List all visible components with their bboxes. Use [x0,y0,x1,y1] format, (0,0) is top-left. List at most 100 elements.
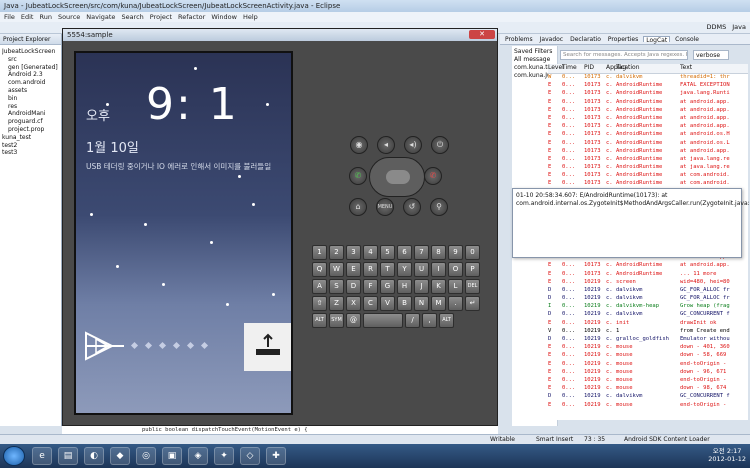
tab-properties[interactable]: Properties [606,36,640,43]
key-@[interactable]: @ [346,313,361,328]
log-level-select[interactable]: verbose [693,50,729,60]
key-t[interactable]: T [380,262,395,277]
volume-up-icon[interactable]: ◂) [404,136,422,154]
project-tree-item[interactable]: test2 [2,142,59,150]
key-f[interactable]: F [363,279,378,294]
key-p[interactable]: P [465,262,480,277]
start-button[interactable] [3,446,25,466]
log-row[interactable]: E 0... 10173 c.AndroidRuntime at android.app… [548,148,748,156]
key-/[interactable]: / [405,313,420,328]
log-row[interactable]: D 0... 10219 c. dalvikvm GC_FOR_ALLOC fr [548,287,748,295]
back-icon[interactable]: ↺ [403,198,421,216]
project-tree-item[interactable]: bin [2,95,59,103]
close-icon[interactable]: ✕ [469,30,495,39]
key-3[interactable]: 3 [346,245,361,260]
key-5[interactable]: 5 [380,245,395,260]
perspective-java[interactable]: Java [732,23,746,31]
key-sym[interactable]: SYM [329,313,344,328]
app-icon[interactable]: ◇ [240,447,260,465]
unlock-arrow-icon[interactable] [82,323,128,369]
project-tree-item[interactable]: gen [Generated] [2,64,59,72]
col-pid[interactable]: PID [584,64,606,73]
log-row[interactable]: E 0... 10219 c. mouse down - 98, 674 [548,385,748,393]
col-text[interactable]: Text [680,64,748,73]
key-7[interactable]: 7 [414,245,429,260]
camera-icon[interactable]: ◉ [350,136,368,154]
app-icon[interactable]: ✚ [266,447,286,465]
log-row[interactable]: E 0... 10173 c. AndroidRuntime java.lang.Runt… [548,90,748,98]
key-↵[interactable]: ↵ [465,296,480,311]
menu-edit[interactable]: Edit [21,13,34,21]
device-screen[interactable]: 오후 9: 1 1월 10일 USB 테더링 중이거나 IO 에러로 인해서 이… [74,51,293,415]
log-row[interactable]: E 0... 10219 c. mouse end-toOrigin - [548,361,748,369]
project-tree-item[interactable]: Android 2.3 [2,71,59,79]
project-tree-item[interactable]: JubeatLockScreen [2,48,59,56]
log-row[interactable]: D 0... 10219 c. dalvikvm GC_CONCURRENT f [548,393,748,401]
menu-refactor[interactable]: Refactor [178,13,205,21]
usb-target[interactable] [244,323,291,371]
key-9[interactable]: 9 [448,245,463,260]
log-row[interactable]: E 0... 10173 c. AndroidRuntime at android.os.… [548,131,748,139]
key-c[interactable]: C [363,296,378,311]
log-row[interactable]: E 0... 10173 c.AndroidRuntime at android.app… [548,115,748,123]
log-row[interactable]: E 0... 10173 c. AndroidRuntime at com.android… [548,172,748,180]
call-icon[interactable]: ✆ [349,167,367,185]
log-row[interactable]: E 0... 10173 c. AndroidRuntime at java.lang.r… [548,164,748,172]
key-z[interactable]: Z [329,296,344,311]
log-row[interactable]: E 0... 10173 c. AndroidRuntime at java.lang.r… [548,156,748,164]
log-row[interactable]: E 0... 10219 c. mouse down - 96, 671 [548,369,748,377]
end-call-icon[interactable]: ✆ [424,167,442,185]
key-6[interactable]: 6 [397,245,412,260]
key-a[interactable]: A [312,279,327,294]
log-row[interactable]: E 0... 10219 c. mouse end-toOrigin - [548,377,748,385]
project-tree-item[interactable]: project.prop [2,126,59,134]
key-u[interactable]: U [414,262,429,277]
menu-project[interactable]: Project [150,13,172,21]
perspective-ddms[interactable]: DDMS [707,23,727,31]
log-row[interactable]: D 0... 10219 c. gralloc_goldfish Emulator wit… [548,336,748,344]
tab-problems[interactable]: Problems [503,36,535,43]
project-tree-item[interactable]: test3 [2,149,59,157]
key-del[interactable]: DEL [465,279,480,294]
log-row[interactable]: E 0... 10173 c. AndroidRuntime ... 11 more [548,271,748,279]
key-q[interactable]: Q [312,262,327,277]
col-application[interactable]: Application [606,64,640,73]
tab-logcat[interactable]: LogCat [643,36,671,44]
log-row[interactable]: E 0... 10173 c. AndroidRuntime at android.os.… [548,140,748,148]
app-icon[interactable]: ◆ [110,447,130,465]
project-tree-item[interactable]: src [2,56,59,64]
key-v[interactable]: V [380,296,395,311]
key-space[interactable] [363,313,403,328]
power-icon[interactable]: ⏻ [431,136,449,154]
project-tree-item[interactable]: com.android [2,79,59,87]
menu-file[interactable]: File [4,13,15,21]
key-2[interactable]: 2 [329,245,344,260]
log-row[interactable]: E 0... 10173 c.AndroidRuntime at android.app… [548,262,748,270]
key-alt[interactable]: ALT [312,313,327,328]
home-icon[interactable]: ⌂ [349,198,367,216]
logcat-search-input[interactable]: Search for messages. Accepts Java regexe… [560,50,688,60]
key-i[interactable]: I [431,262,446,277]
col-tag[interactable]: Tag [616,64,680,73]
tab-javadoc[interactable]: Javadoc [538,36,565,43]
emulator-icon[interactable]: ▣ [162,447,182,465]
dpad-center-button[interactable] [386,170,410,184]
log-row[interactable]: E 0... 10173 c.AndroidRuntime at android.app… [548,99,748,107]
key-k[interactable]: K [431,279,446,294]
system-clock[interactable]: 오전 2:17 2012-01-12 [708,447,746,463]
folder-icon[interactable]: ▤ [58,447,78,465]
key-alt[interactable]: ALT [439,313,454,328]
log-row[interactable]: D 0... 10219 c. dalvikvm GC_FOR_ALLOC fr [548,295,748,303]
key-l[interactable]: L [448,279,463,294]
search-icon[interactable]: ⚲ [430,198,448,216]
project-tree-item[interactable]: assets [2,87,59,95]
log-row[interactable]: E 0... 10173 c.AndroidRuntime at android.app… [548,107,748,115]
unlock-slider[interactable] [82,323,291,373]
key-g[interactable]: G [380,279,395,294]
key-.[interactable]: . [448,296,463,311]
log-row[interactable]: E 0... 10173 c.AndroidRuntime at android.app… [548,123,748,131]
log-row[interactable]: E 0... 10219 c. mouse down - 58, 669 [548,352,748,360]
dpad[interactable] [369,157,425,197]
key-y[interactable]: Y [397,262,412,277]
col-time[interactable]: Time [562,64,584,73]
